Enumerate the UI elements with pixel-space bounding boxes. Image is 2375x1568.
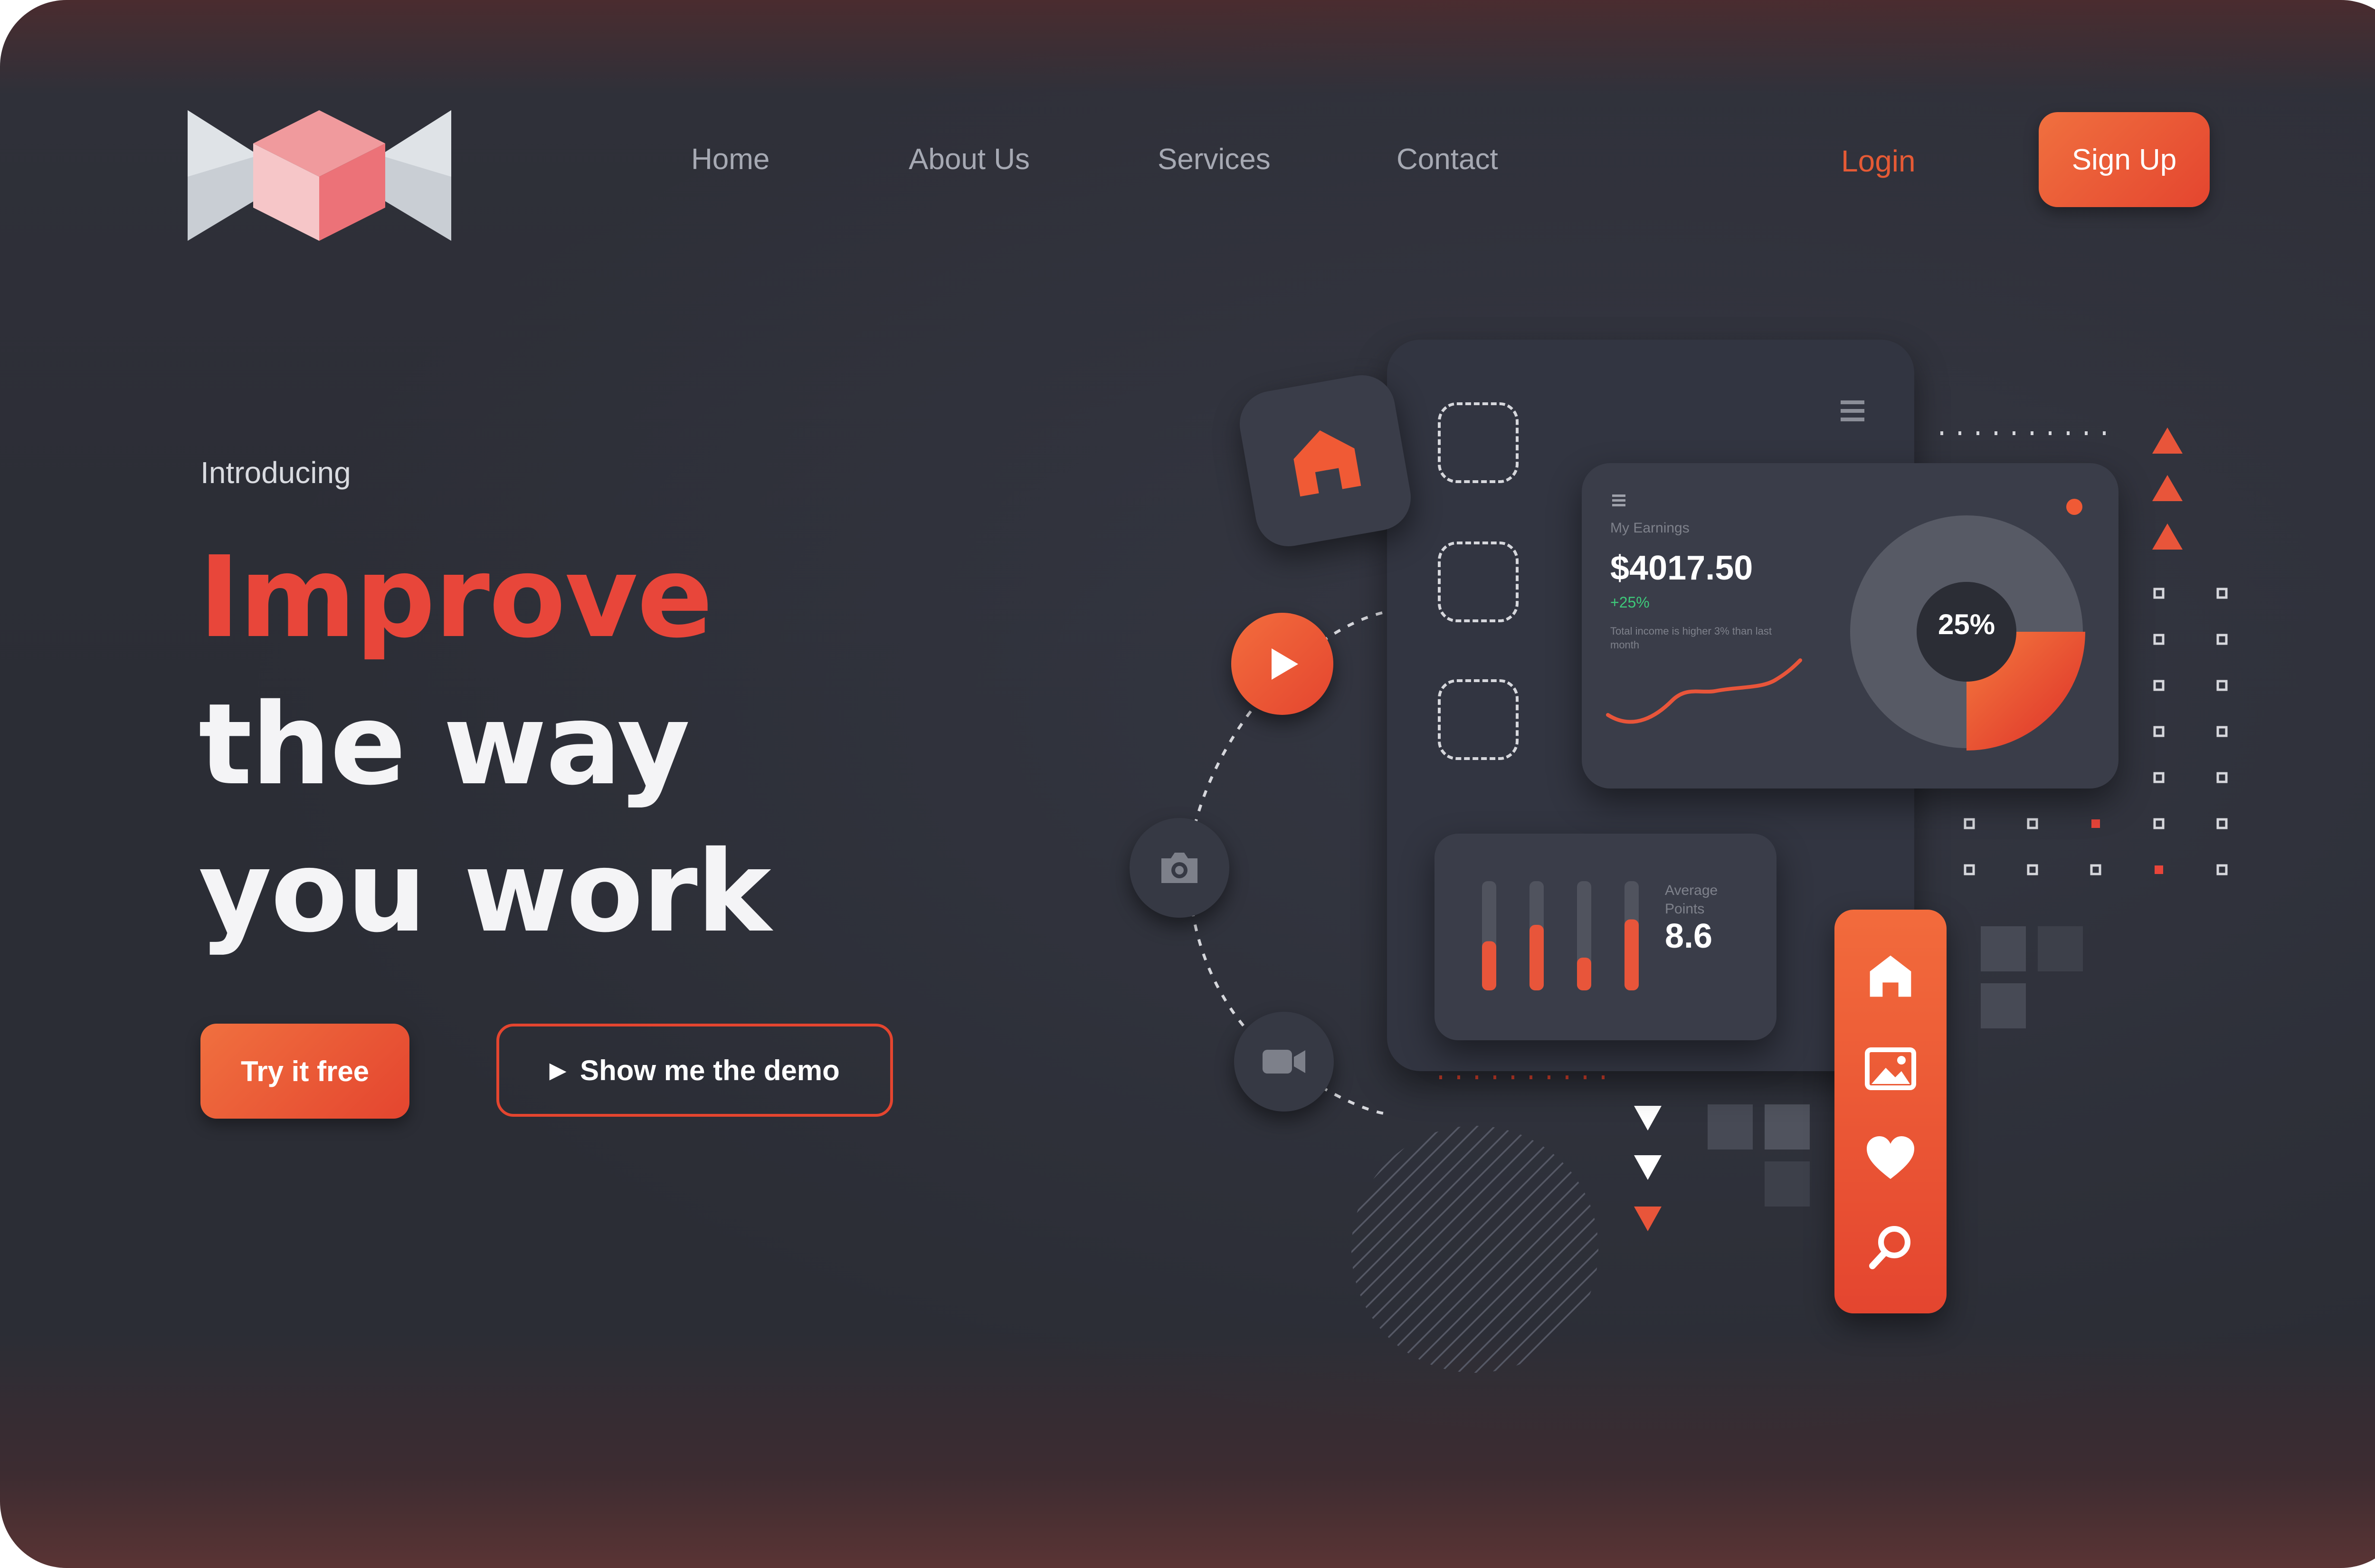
toolbar-image-button[interactable] bbox=[1862, 1040, 1919, 1097]
placeholder-slot bbox=[1438, 542, 1519, 622]
camera-button[interactable] bbox=[1130, 818, 1229, 918]
menu-icon[interactable] bbox=[1838, 397, 1867, 425]
earnings-value: $4017.50 bbox=[1610, 549, 1753, 587]
avg-label: Average Points bbox=[1665, 883, 1718, 917]
search-icon bbox=[1869, 1226, 1910, 1269]
bar bbox=[1624, 919, 1639, 990]
earnings-line bbox=[1606, 658, 1802, 724]
play-button[interactable] bbox=[1231, 613, 1333, 715]
placeholder-slot bbox=[1438, 679, 1519, 760]
toolbar-favorite-button[interactable] bbox=[1862, 1131, 1919, 1188]
earnings-change: +25% bbox=[1610, 594, 1650, 611]
bar-chart bbox=[1482, 881, 1639, 990]
donut-percent: 25% bbox=[1938, 608, 1995, 640]
home-tile[interactable] bbox=[1234, 370, 1416, 552]
bar bbox=[1530, 925, 1544, 990]
earnings-card: My Earnings $4017.50 +25% Total income i… bbox=[1582, 463, 2118, 789]
average-points-card: Average Points 8.6 bbox=[1434, 834, 1776, 1040]
earnings-label: My Earnings bbox=[1610, 520, 1690, 536]
small-menu-icon bbox=[1612, 494, 1625, 506]
avg-value: 8.6 bbox=[1665, 917, 1713, 955]
landing-page: Home About Us Services Contact Login Sig… bbox=[0, 0, 2375, 1568]
camera-icon bbox=[1161, 853, 1197, 883]
toolbar-search-button[interactable] bbox=[1862, 1218, 1919, 1275]
placeholder-slot bbox=[1438, 402, 1519, 483]
play-icon bbox=[1271, 648, 1298, 680]
toolbar-home-button[interactable] bbox=[1862, 948, 1919, 1005]
video-button[interactable] bbox=[1234, 1012, 1334, 1112]
deco-square bbox=[1765, 1161, 1810, 1207]
bar bbox=[1577, 958, 1591, 990]
heart-icon bbox=[1867, 1136, 1914, 1179]
earnings-note: Total income is higher 3% than last mont… bbox=[1610, 625, 1772, 651]
deco-square bbox=[1981, 983, 2026, 1028]
deco-square bbox=[1765, 1104, 1810, 1150]
deco-square bbox=[1981, 926, 2026, 971]
image-icon bbox=[1865, 1047, 1916, 1090]
home-icon bbox=[1293, 430, 1361, 497]
bar bbox=[1482, 941, 1496, 990]
video-camera-icon bbox=[1263, 1050, 1305, 1074]
deco-square bbox=[1708, 1104, 1753, 1150]
deco-square bbox=[2038, 926, 2083, 971]
icon-toolbar bbox=[1834, 910, 1947, 1313]
home-icon bbox=[1870, 955, 1911, 997]
